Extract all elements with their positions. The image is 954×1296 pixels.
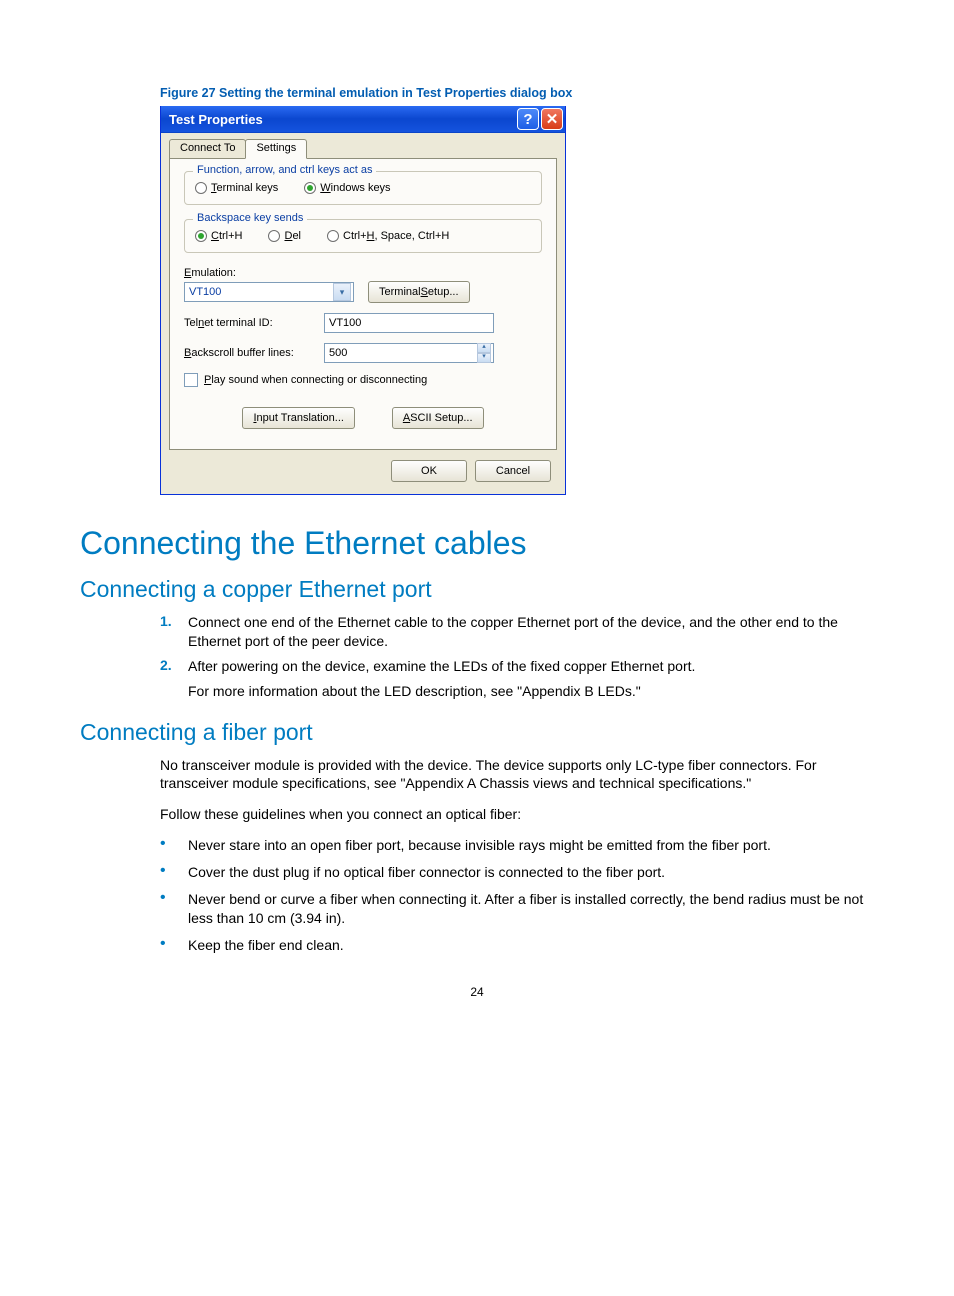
spinner-up-icon[interactable]: ▴: [477, 343, 491, 353]
radio-ctrl-h-space[interactable]: Ctrl+H, Space, Ctrl+H: [327, 230, 449, 242]
radio-icon: [268, 230, 280, 242]
close-button[interactable]: ✕: [541, 108, 563, 130]
heading-2-fiber: Connecting a fiber port: [80, 719, 874, 746]
terminal-setup-button[interactable]: Terminal Setup...: [368, 281, 470, 303]
paragraph: No transceiver module is provided with t…: [160, 756, 874, 794]
paragraph: Follow these guidelines when you connect…: [160, 805, 874, 824]
bullet-icon: •: [160, 890, 188, 928]
cancel-button[interactable]: Cancel: [475, 460, 551, 482]
list-text: Connect one end of the Ethernet cable to…: [188, 613, 874, 651]
list-text: After powering on the device, examine th…: [188, 657, 874, 676]
tab-connect-to[interactable]: Connect To: [169, 139, 246, 159]
page-number: 24: [80, 985, 874, 999]
radio-icon: [195, 230, 207, 242]
spinner-down-icon[interactable]: ▾: [477, 353, 491, 363]
radio-terminal-keys[interactable]: Terminal keys: [195, 182, 278, 194]
dialog-title: Test Properties: [169, 112, 515, 127]
list-text: Never stare into an open fiber port, bec…: [188, 836, 874, 855]
list-text: Never bend or curve a fiber when connect…: [188, 890, 874, 928]
telnet-id-label: Telnet terminal ID:: [184, 317, 324, 329]
test-properties-dialog: Test Properties ? ✕ Connect To Settings …: [160, 106, 566, 495]
radio-icon: [304, 182, 316, 194]
play-sound-checkbox[interactable]: Play sound when connecting or disconnect…: [184, 373, 542, 387]
bullet-icon: •: [160, 936, 188, 955]
backscroll-label: Backscroll buffer lines:: [184, 347, 324, 359]
checkbox-icon: [184, 373, 198, 387]
input-translation-button[interactable]: Input Translation...: [242, 407, 355, 429]
group-function-keys: Function, arrow, and ctrl keys act as Te…: [184, 171, 542, 205]
radio-icon: [327, 230, 339, 242]
help-button[interactable]: ?: [517, 108, 539, 130]
bullet-icon: •: [160, 863, 188, 882]
group-backspace: Backspace key sends Ctrl+H Del Ctrl+H: [184, 219, 542, 253]
list-number: 1.: [160, 613, 188, 651]
bullet-list: •Never stare into an open fiber port, be…: [160, 836, 874, 954]
chevron-down-icon: ▾: [333, 283, 351, 301]
radio-del[interactable]: Del: [268, 230, 301, 242]
radio-windows-keys[interactable]: Windows keys: [304, 182, 390, 194]
radio-icon: [195, 182, 207, 194]
tab-panel-settings: Function, arrow, and ctrl keys act as Te…: [169, 158, 557, 450]
tabstrip: Connect To Settings: [169, 139, 557, 159]
heading-2-copper: Connecting a copper Ethernet port: [80, 576, 874, 603]
emulation-value: VT100: [189, 286, 221, 298]
figure-caption: Figure 27 Setting the terminal emulation…: [160, 86, 874, 100]
group-function-keys-legend: Function, arrow, and ctrl keys act as: [193, 164, 376, 176]
ordered-list: 1. Connect one end of the Ethernet cable…: [160, 613, 874, 701]
list-text: Cover the dust plug if no optical fiber …: [188, 863, 874, 882]
bullet-icon: •: [160, 836, 188, 855]
ascii-setup-button[interactable]: ASCII Setup...: [392, 407, 484, 429]
titlebar: Test Properties ? ✕: [161, 106, 565, 133]
list-number: 2.: [160, 657, 188, 676]
radio-ctrl-h[interactable]: Ctrl+H: [195, 230, 242, 242]
heading-1: Connecting the Ethernet cables: [80, 525, 874, 562]
backscroll-spinner[interactable]: 500 ▴ ▾: [324, 343, 494, 363]
group-backspace-legend: Backspace key sends: [193, 212, 307, 224]
ok-button[interactable]: OK: [391, 460, 467, 482]
emulation-combo[interactable]: VT100 ▾: [184, 282, 354, 302]
telnet-id-field[interactable]: VT100: [324, 313, 494, 333]
emulation-label: Emulation:: [184, 267, 324, 279]
list-text: Keep the fiber end clean.: [188, 936, 874, 955]
tab-settings[interactable]: Settings: [245, 139, 307, 159]
list-subtext: For more information about the LED descr…: [188, 682, 874, 701]
